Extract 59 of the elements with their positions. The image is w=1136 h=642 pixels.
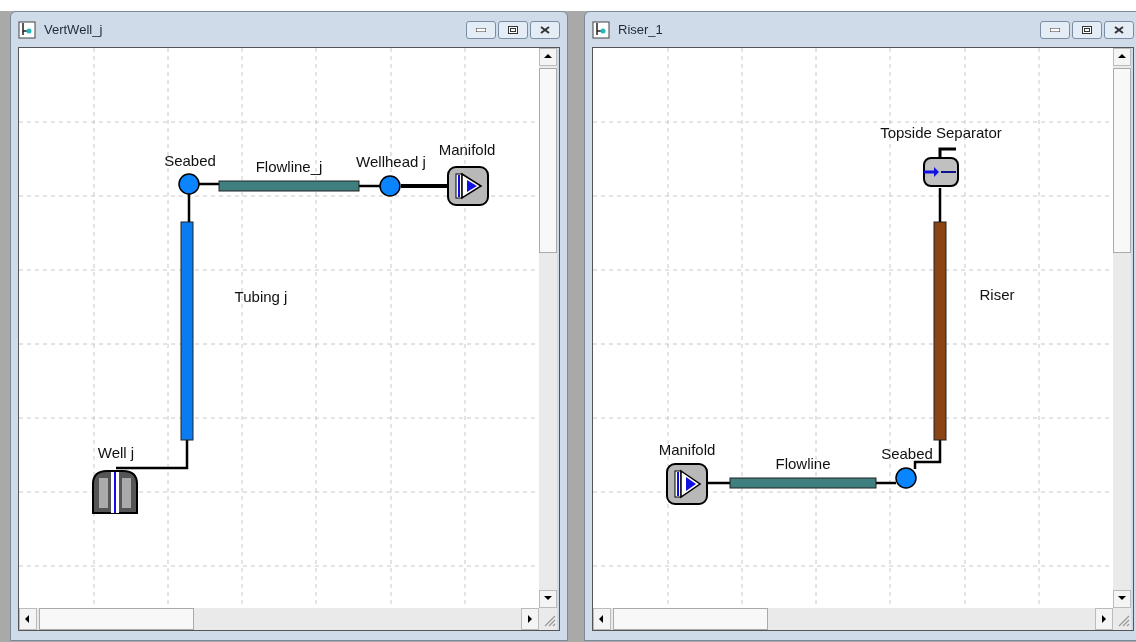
scroll-left-button[interactable] — [19, 608, 37, 630]
node-label: Manifold — [438, 141, 496, 158]
well-icon — [92, 470, 138, 514]
node-label: Wellhead j — [356, 153, 426, 170]
connector-line — [938, 188, 942, 222]
junction-node — [379, 175, 401, 197]
restore-icon — [508, 25, 518, 34]
connector-line — [401, 184, 447, 188]
scroll-left-button[interactable] — [593, 608, 611, 630]
close-icon — [1114, 25, 1124, 34]
scroll-down-button[interactable] — [1113, 590, 1131, 608]
close-button[interactable] — [1104, 20, 1134, 39]
node-label: Seabed — [164, 152, 216, 169]
node-label: Seabed — [881, 445, 933, 462]
vertical-scrollbar[interactable] — [1113, 48, 1131, 608]
node-label: Tubing j — [234, 288, 288, 305]
diagram-window-icon — [592, 20, 610, 39]
scroll-right-button[interactable] — [521, 608, 539, 630]
scroll-up-button[interactable] — [539, 48, 557, 66]
node-label: Flowline — [775, 455, 831, 472]
close-icon — [540, 25, 550, 34]
node-label: Manifold — [658, 441, 716, 458]
restore-icon — [1082, 25, 1092, 34]
node-label: Topside Separator — [880, 124, 1002, 141]
maximize-button[interactable] — [498, 20, 528, 39]
connector-line — [359, 184, 380, 188]
scrollbar-thumb[interactable] — [613, 608, 768, 630]
scrollbar-thumb[interactable] — [1113, 68, 1131, 253]
manifold-icon — [447, 166, 489, 206]
maximize-button[interactable] — [1072, 20, 1102, 39]
node-label: Flowline_j — [255, 158, 323, 175]
connector-line — [199, 182, 219, 186]
horizontal-scrollbar[interactable] — [593, 608, 1113, 630]
close-button[interactable] — [530, 20, 560, 39]
arrow-right-icon — [1099, 614, 1109, 624]
window-title: Riser_1 — [618, 20, 663, 39]
minimize-icon — [1050, 27, 1060, 32]
scrollbar-thumb[interactable] — [539, 68, 557, 253]
scrollbar-thumb[interactable] — [39, 608, 194, 630]
scroll-down-button[interactable] — [539, 590, 557, 608]
minimize-icon — [476, 27, 486, 32]
manifold-icon — [666, 463, 708, 505]
node-label: Riser — [979, 286, 1015, 303]
scroll-right-button[interactable] — [1095, 608, 1113, 630]
size-grip-icon — [1113, 608, 1131, 630]
horizontal-scrollbar[interactable] — [19, 608, 539, 630]
connector-line — [187, 194, 191, 222]
separator-icon — [923, 147, 959, 187]
window-title: VertWell_j — [44, 20, 103, 39]
vertical-scrollbar[interactable] — [539, 48, 557, 608]
arrow-right-icon — [525, 614, 535, 624]
scroll-up-button[interactable] — [1113, 48, 1131, 66]
connector-line — [876, 481, 896, 485]
diagram-window-icon — [18, 20, 36, 39]
node-label: Well j — [97, 444, 135, 461]
junction-node — [895, 467, 917, 489]
junction-node — [178, 173, 200, 195]
connector-line — [708, 481, 730, 485]
size-grip-icon — [539, 608, 557, 630]
